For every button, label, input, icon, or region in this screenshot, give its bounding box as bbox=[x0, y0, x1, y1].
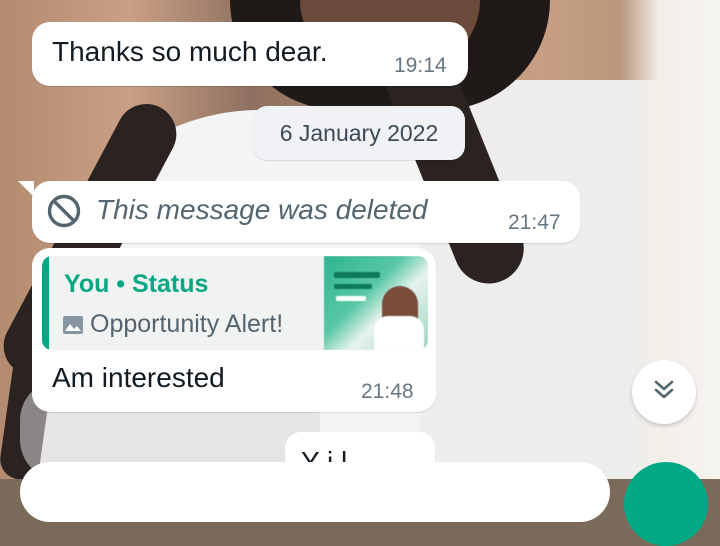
deleted-message-bubble[interactable]: This message was deleted 21:47 bbox=[32, 181, 580, 243]
message-text: Thanks so much dear. bbox=[52, 36, 328, 67]
message-time: 19:14 bbox=[394, 54, 447, 77]
message-time: 21:47 bbox=[508, 211, 561, 234]
bubble-tail bbox=[18, 181, 34, 197]
message-bubble[interactable]: Thanks so much dear. 19:14 bbox=[32, 22, 468, 86]
double-chevron-down-icon bbox=[650, 376, 678, 409]
message-text: Am interested bbox=[52, 362, 225, 393]
image-icon bbox=[62, 314, 84, 336]
deleted-message-text: This message was deleted bbox=[96, 194, 428, 225]
send-button[interactable] bbox=[624, 462, 708, 546]
status-thumbnail bbox=[324, 256, 428, 350]
message-time: 21:48 bbox=[361, 380, 414, 403]
blocked-icon bbox=[46, 193, 82, 229]
date-label: 6 January 2022 bbox=[279, 119, 439, 146]
date-separator: 6 January 2022 bbox=[253, 106, 465, 160]
message-input-bar[interactable] bbox=[20, 462, 610, 522]
scroll-to-bottom-button[interactable] bbox=[632, 360, 696, 424]
quote-caption: Opportunity Alert! bbox=[90, 310, 284, 338]
quoted-status[interactable]: You • Status Opportunity Alert! bbox=[42, 256, 428, 350]
quote-author: You • Status bbox=[64, 270, 209, 298]
quote-accent-bar bbox=[42, 256, 49, 350]
